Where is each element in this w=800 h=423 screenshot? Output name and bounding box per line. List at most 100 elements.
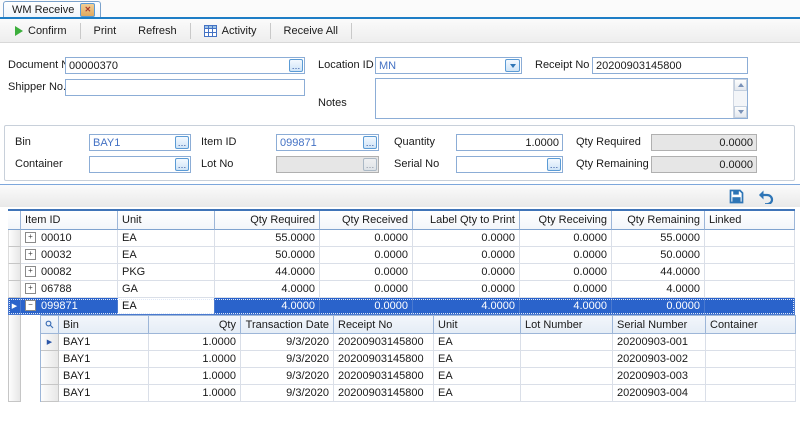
row-selector[interactable] <box>8 264 21 281</box>
cell-qty-required[interactable]: 55.0000 <box>215 230 320 247</box>
subgrid-row-selector[interactable]: ▶ <box>41 334 59 351</box>
cell-item-id[interactable]: +06788 <box>21 281 118 298</box>
row-selector[interactable] <box>8 230 21 247</box>
item-id-lookup-button[interactable]: … <box>363 136 377 149</box>
cell-unit[interactable]: GA <box>118 281 215 298</box>
subgrid-cell-lot-number[interactable] <box>521 368 613 385</box>
cell-linked[interactable] <box>705 247 795 264</box>
cell-item-id[interactable]: +00010 <box>21 230 118 247</box>
cell-qty-receiving[interactable]: 4.0000 <box>520 298 612 315</box>
cell-label-qty-to-print[interactable]: 4.0000 <box>413 298 520 315</box>
cell-qty-receiving[interactable]: 0.0000 <box>520 281 612 298</box>
expand-icon[interactable]: + <box>25 232 36 243</box>
cell-label-qty-to-print[interactable]: 0.0000 <box>413 230 520 247</box>
subgrid-cell-transaction-date[interactable]: 9/3/2020 <box>241 334 334 351</box>
subgrid-cell-unit[interactable]: EA <box>434 351 521 368</box>
subgrid-row[interactable]: BAY11.00009/3/202020200903145800EA 202009… <box>41 351 795 368</box>
cell-qty-required[interactable]: 50.0000 <box>215 247 320 264</box>
confirm-button[interactable]: Confirm <box>4 21 78 41</box>
subgrid-column-header-transaction-date[interactable]: Transaction Date <box>241 315 334 334</box>
cell-qty-receiving[interactable]: 0.0000 <box>520 247 612 264</box>
cell-linked[interactable] <box>705 281 795 298</box>
expand-icon[interactable]: + <box>25 266 36 277</box>
location-id-combo[interactable]: MN <box>375 57 522 74</box>
column-header-item-id[interactable]: Item ID <box>21 211 118 230</box>
cell-qty-received[interactable]: 0.0000 <box>320 281 413 298</box>
receive-all-button[interactable]: Receive All <box>273 21 349 41</box>
scroll-down-button[interactable] <box>734 106 747 118</box>
table-row[interactable]: ▶−099871EA4.00000.00004.00004.00000.0000 <box>8 298 795 315</box>
cell-linked[interactable] <box>705 264 795 281</box>
cell-qty-receiving[interactable]: 0.0000 <box>520 230 612 247</box>
item-id-input[interactable] <box>277 136 363 150</box>
subgrid-cell-container[interactable] <box>706 351 796 368</box>
subgrid-cell-transaction-date[interactable]: 9/3/2020 <box>241 351 334 368</box>
serial-no-input[interactable] <box>457 158 547 172</box>
subgrid-cell-transaction-date[interactable]: 9/3/2020 <box>241 385 334 402</box>
bin-input[interactable] <box>90 136 175 150</box>
receipt-no-input[interactable] <box>593 59 747 73</box>
subgrid-cell-qty[interactable]: 1.0000 <box>149 334 241 351</box>
subgrid-cell-transaction-date[interactable]: 9/3/2020 <box>241 368 334 385</box>
subgrid-cell-container[interactable] <box>706 334 796 351</box>
subgrid-cell-qty[interactable]: 1.0000 <box>149 351 241 368</box>
undo-button[interactable] <box>757 189 774 204</box>
cell-qty-received[interactable]: 0.0000 <box>320 264 413 281</box>
container-input[interactable] <box>90 158 175 172</box>
cell-qty-receiving[interactable]: 0.0000 <box>520 264 612 281</box>
subgrid-cell-bin[interactable]: BAY1 <box>59 385 149 402</box>
subgrid-cell-bin[interactable]: BAY1 <box>59 351 149 368</box>
subgrid-cell-serial-number[interactable]: 20200903-001 <box>613 334 706 351</box>
cell-label-qty-to-print[interactable]: 0.0000 <box>413 281 520 298</box>
cell-qty-remaining[interactable]: 55.0000 <box>612 230 705 247</box>
subgrid-cell-unit[interactable]: EA <box>434 385 521 402</box>
subgrid-cell-bin[interactable]: BAY1 <box>59 368 149 385</box>
subgrid-cell-qty[interactable]: 1.0000 <box>149 368 241 385</box>
cell-label-qty-to-print[interactable]: 0.0000 <box>413 247 520 264</box>
subgrid-cell-bin[interactable]: BAY1 <box>59 334 149 351</box>
column-header-label-qty-to-print[interactable]: Label Qty to Print <box>413 211 520 230</box>
cell-linked[interactable] <box>705 298 795 315</box>
cell-item-id[interactable]: +00082 <box>21 264 118 281</box>
location-id-dropdown-button[interactable] <box>505 59 520 72</box>
subgrid-row-selector[interactable] <box>41 351 59 368</box>
cell-unit[interactable]: EA <box>118 298 215 315</box>
notes-scrollbar[interactable] <box>733 79 747 118</box>
cell-label-qty-to-print[interactable]: 0.0000 <box>413 264 520 281</box>
subgrid-cell-receipt-no[interactable]: 20200903145800 <box>334 351 434 368</box>
cell-qty-required[interactable]: 44.0000 <box>215 264 320 281</box>
tab-wm-receive[interactable]: WM Receive ✕ <box>3 1 101 17</box>
quantity-input[interactable] <box>457 136 562 150</box>
cell-qty-required[interactable]: 4.0000 <box>215 298 320 315</box>
document-no-input[interactable] <box>66 59 289 73</box>
save-button[interactable] <box>729 189 744 204</box>
row-selector[interactable] <box>8 281 21 298</box>
subgrid-cell-container[interactable] <box>706 385 796 402</box>
serial-no-lookup-button[interactable]: … <box>547 158 561 171</box>
subgrid-row-selector[interactable] <box>41 385 59 402</box>
cell-qty-remaining[interactable]: 50.0000 <box>612 247 705 264</box>
cell-unit[interactable]: EA <box>118 247 215 264</box>
cell-qty-remaining[interactable]: 0.0000 <box>612 298 705 315</box>
subgrid-cell-serial-number[interactable]: 20200903-004 <box>613 385 706 402</box>
cell-qty-received[interactable]: 0.0000 <box>320 298 413 315</box>
subgrid-cell-serial-number[interactable]: 20200903-002 <box>613 351 706 368</box>
subgrid-cell-lot-number[interactable] <box>521 351 613 368</box>
subgrid-cell-qty[interactable]: 1.0000 <box>149 385 241 402</box>
cell-item-id[interactable]: +00032 <box>21 247 118 264</box>
cell-qty-required[interactable]: 4.0000 <box>215 281 320 298</box>
column-header-unit[interactable]: Unit <box>118 211 215 230</box>
expand-icon[interactable]: + <box>25 283 36 294</box>
table-row[interactable]: +00082PKG44.00000.00000.00000.000044.000… <box>8 264 795 281</box>
column-header-qty-remaining[interactable]: Qty Remaining <box>612 211 705 230</box>
subgrid-column-header-serial-number[interactable]: Serial Number <box>613 315 706 334</box>
cell-qty-remaining[interactable]: 44.0000 <box>612 264 705 281</box>
cell-qty-remaining[interactable]: 4.0000 <box>612 281 705 298</box>
subgrid-cell-lot-number[interactable] <box>521 334 613 351</box>
cell-unit[interactable]: EA <box>118 230 215 247</box>
cell-unit[interactable]: PKG <box>118 264 215 281</box>
activity-button[interactable]: Activity <box>193 21 268 41</box>
document-no-lookup-button[interactable]: … <box>289 59 303 72</box>
column-header-qty-received[interactable]: Qty Received <box>320 211 413 230</box>
row-selector[interactable]: ▶ <box>8 298 21 315</box>
